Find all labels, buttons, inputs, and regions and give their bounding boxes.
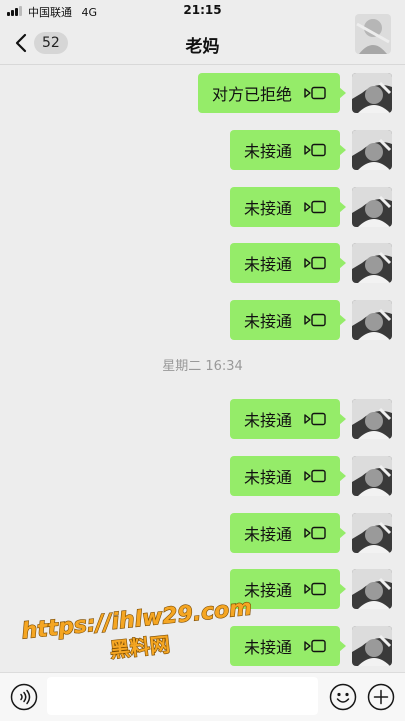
video-call-icon [304,200,326,214]
message-row: 对方已拒绝 [192,73,392,113]
chat-header: 52 老妈 [0,14,405,65]
my-avatar[interactable] [352,187,392,227]
video-call-icon [304,412,326,426]
message-row: 未接通 [192,626,392,666]
status-bar: 中国联通 4G 21:15 [0,0,405,22]
time-separator: 星期二 16:34 [162,359,243,374]
video-call-icon [304,256,326,270]
plus-icon[interactable] [367,683,395,711]
call-status-text: 未接通 [243,638,292,657]
video-call-icon [304,639,326,653]
voice-input-icon[interactable] [10,683,38,711]
my-avatar[interactable] [352,626,392,666]
video-call-icon [304,469,326,483]
call-status-text: 未接通 [243,468,292,487]
call-status-text: 对方已拒绝 [211,85,292,104]
emoji-icon[interactable] [329,683,357,711]
video-call-icon [304,143,326,157]
message-row: 未接通 [192,130,392,170]
message-row: 未接通 [192,187,392,227]
call-status-text: 未接通 [243,142,292,161]
call-record-bubble[interactable]: 对方已拒绝 [197,73,347,113]
message-input[interactable] [47,677,318,715]
my-avatar[interactable] [352,243,392,283]
call-record-bubble[interactable]: 未接通 [229,243,347,283]
chat-title: 老妈 [185,37,220,57]
call-record-bubble[interactable]: 未接通 [229,300,347,340]
call-record-bubble[interactable]: 未接通 [229,569,347,609]
message-row: 未接通 [192,456,392,496]
my-avatar[interactable] [352,130,392,170]
call-status-text: 未接通 [243,312,292,331]
my-avatar[interactable] [352,569,392,609]
input-bar [0,672,405,721]
my-avatar[interactable] [352,300,392,340]
contact-avatar[interactable] [355,14,391,54]
call-record-bubble[interactable]: 未接通 [229,399,347,439]
call-record-bubble[interactable]: 未接通 [229,626,347,666]
message-row: 未接通 [192,513,392,553]
video-call-icon [304,526,326,540]
avatar-image-icon [355,14,391,54]
call-record-bubble[interactable]: 未接通 [229,187,347,227]
video-call-icon [304,313,326,327]
call-record-bubble[interactable]: 未接通 [229,513,347,553]
video-call-icon [304,582,326,596]
my-avatar[interactable] [352,399,392,439]
my-avatar[interactable] [352,456,392,496]
message-row: 未接通 [192,569,392,609]
call-record-bubble[interactable]: 未接通 [229,456,347,496]
video-call-icon [304,86,326,100]
message-row: 未接通 [192,300,392,340]
call-status-text: 未接通 [243,525,292,544]
call-status-text: 未接通 [243,255,292,274]
message-list[interactable]: 对方已拒绝 未接通 未接通 未接通 未接通 未接通 未接通 未接通 未接通 未接通 星期二 16:3… [0,65,405,672]
call-record-bubble[interactable]: 未接通 [229,130,347,170]
call-status-text: 未接通 [243,411,292,430]
message-row: 未接通 [192,399,392,439]
my-avatar[interactable] [352,513,392,553]
call-status-text: 未接通 [243,199,292,218]
my-avatar[interactable] [352,73,392,113]
status-time: 21:15 [183,3,222,17]
message-row: 未接通 [192,243,392,283]
call-status-text: 未接通 [243,581,292,600]
